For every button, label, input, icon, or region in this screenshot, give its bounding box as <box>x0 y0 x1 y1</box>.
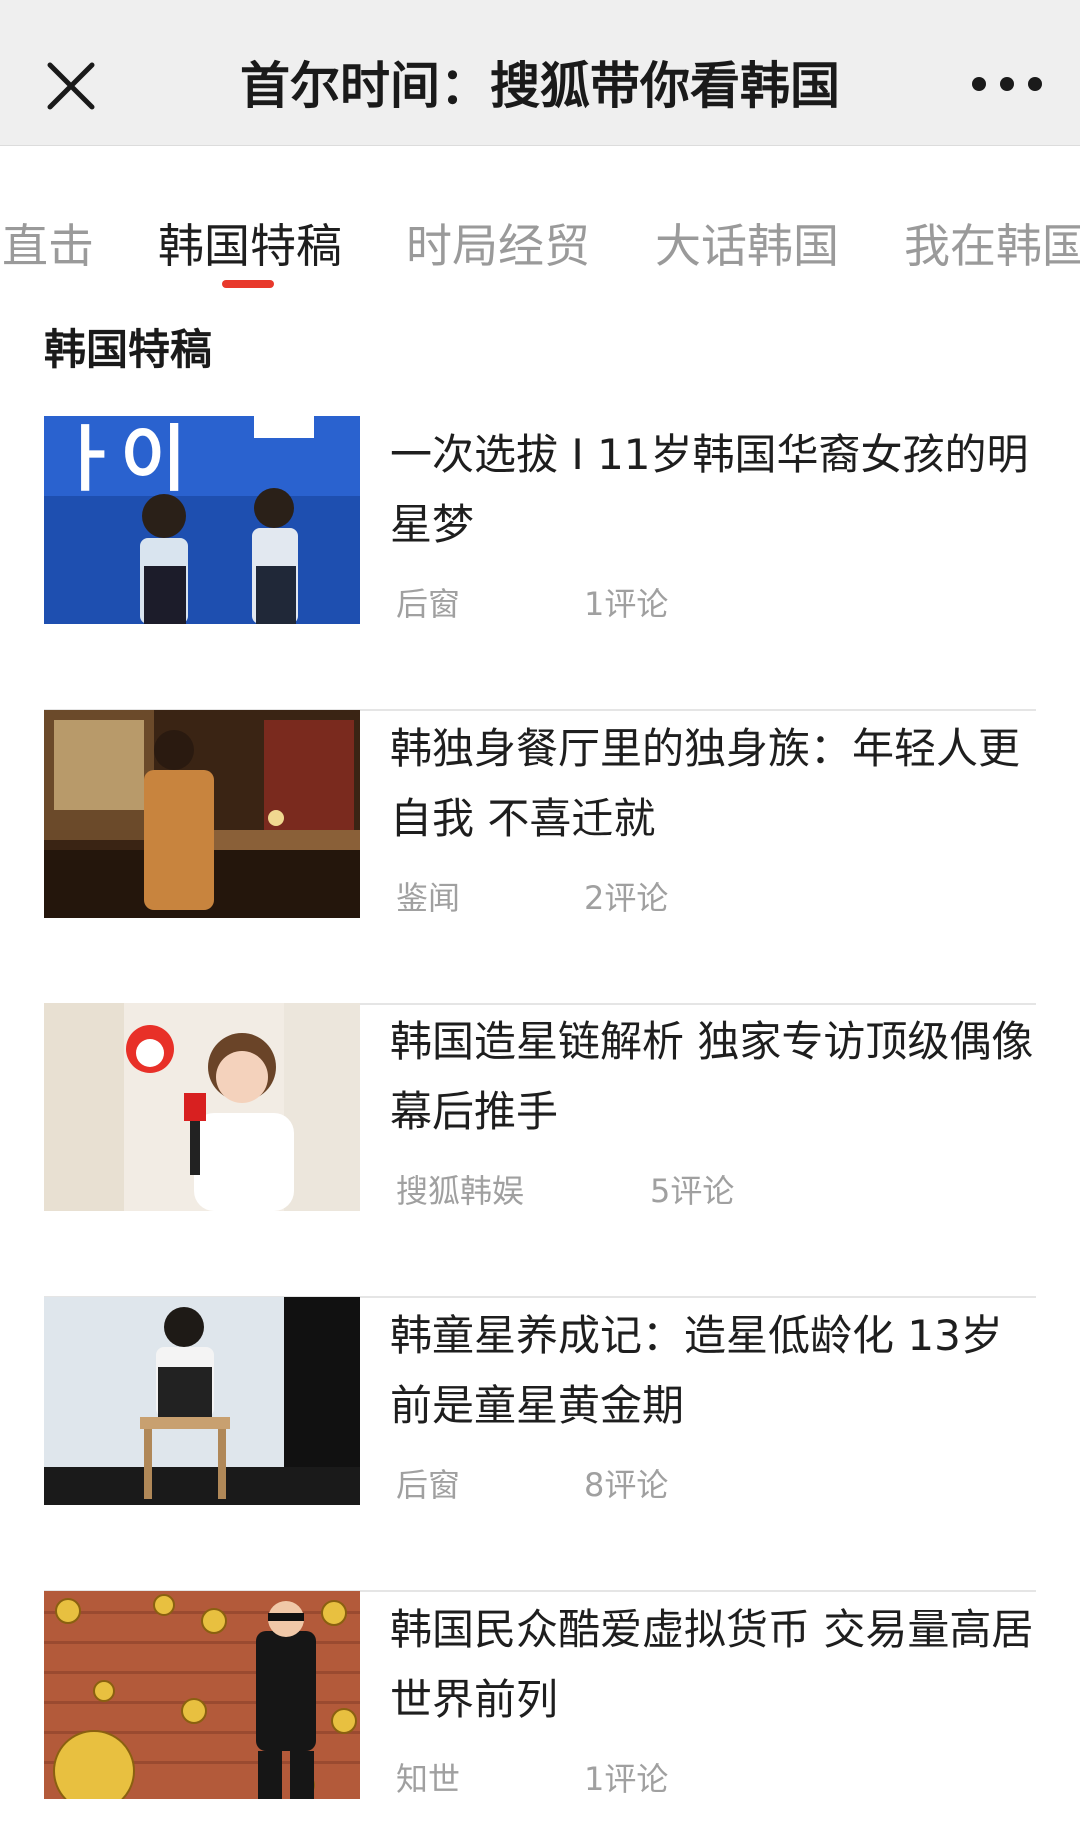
section-title: 韩国特稿 <box>44 325 213 374</box>
article-headline[interactable]: 韩国造星链解析 独家专访顶级偶像幕后推手 <box>390 1007 1036 1147</box>
article-item[interactable]: 韩国民众酷爱虚拟货币 交易量高居世界前列 知世 1评论 <box>44 1591 1036 1848</box>
tab-zhiji[interactable]: 直击 <box>2 216 94 276</box>
article-thumbnail <box>44 1297 360 1505</box>
article-comments[interactable]: 5评论 <box>650 1169 734 1213</box>
article-meta: 鉴闻 2评论 <box>396 876 668 920</box>
article-meta: 知世 1评论 <box>396 1757 668 1801</box>
tab-politics-trade[interactable]: 时局经贸 <box>406 216 590 276</box>
article-source: 搜狐韩娱 <box>396 1172 525 1210</box>
article-thumbnail <box>44 1591 360 1799</box>
article-item[interactable]: ㅏ이 一次选拔 I 11岁韩国华裔女孩的明星梦 后窗 1评论 <box>44 416 1036 711</box>
article-item[interactable]: 韩童星养成记：造星低龄化 13岁前是童星黄金期 后窗 8评论 <box>44 1297 1036 1592</box>
tab-in-korea[interactable]: 我在韩国 <box>904 216 1080 276</box>
tab-korea-special[interactable]: 韩国特稿 <box>158 216 342 276</box>
article-comments[interactable]: 1评论 <box>584 1757 668 1801</box>
article-source: 后窗 <box>396 585 461 623</box>
article-headline[interactable]: 韩童星养成记：造星低龄化 13岁前是童星黄金期 <box>390 1301 1036 1441</box>
close-icon[interactable] <box>42 57 100 115</box>
article-source: 知世 <box>396 1760 461 1798</box>
page-title: 首尔时间：搜狐带你看韩国 <box>240 57 840 115</box>
article-thumbnail <box>44 1003 360 1211</box>
article-comments[interactable]: 1评论 <box>584 582 668 626</box>
article-meta: 后窗 8评论 <box>396 1463 668 1507</box>
article-headline[interactable]: 一次选拔 I 11岁韩国华裔女孩的明星梦 <box>390 420 1036 560</box>
article-headline[interactable]: 韩国民众酷爱虚拟货币 交易量高居世界前列 <box>390 1595 1036 1735</box>
article-comments[interactable]: 8评论 <box>584 1463 668 1507</box>
tab-talk-korea[interactable]: 大话韩国 <box>655 216 839 276</box>
article-headline[interactable]: 韩独身餐厅里的独身族：年轻人更自我 不喜迁就 <box>390 714 1036 854</box>
article-thumbnail <box>44 710 360 918</box>
article-source: 后窗 <box>396 1466 461 1504</box>
article-meta: 搜狐韩娱 5评论 <box>396 1169 734 1213</box>
active-tab-indicator <box>222 280 274 288</box>
article-source: 鉴闻 <box>396 879 461 917</box>
article-item[interactable]: 韩国造星链解析 独家专访顶级偶像幕后推手 搜狐韩娱 5评论 <box>44 1003 1036 1298</box>
article-thumbnail: ㅏ이 <box>44 416 360 624</box>
tab-bar: 直击 韩国特稿 时局经贸 大话韩国 我在韩国 <box>0 146 1080 296</box>
article-item[interactable]: 韩独身餐厅里的独身族：年轻人更自我 不喜迁就 鉴闻 2评论 <box>44 710 1036 1005</box>
svg-text:ㅏ이: ㅏ이 <box>54 417 186 501</box>
article-comments[interactable]: 2评论 <box>584 876 668 920</box>
more-dots-icon[interactable] <box>972 68 1042 100</box>
top-bar: 首尔时间：搜狐带你看韩国 <box>0 0 1080 146</box>
article-meta: 后窗 1评论 <box>396 582 668 626</box>
